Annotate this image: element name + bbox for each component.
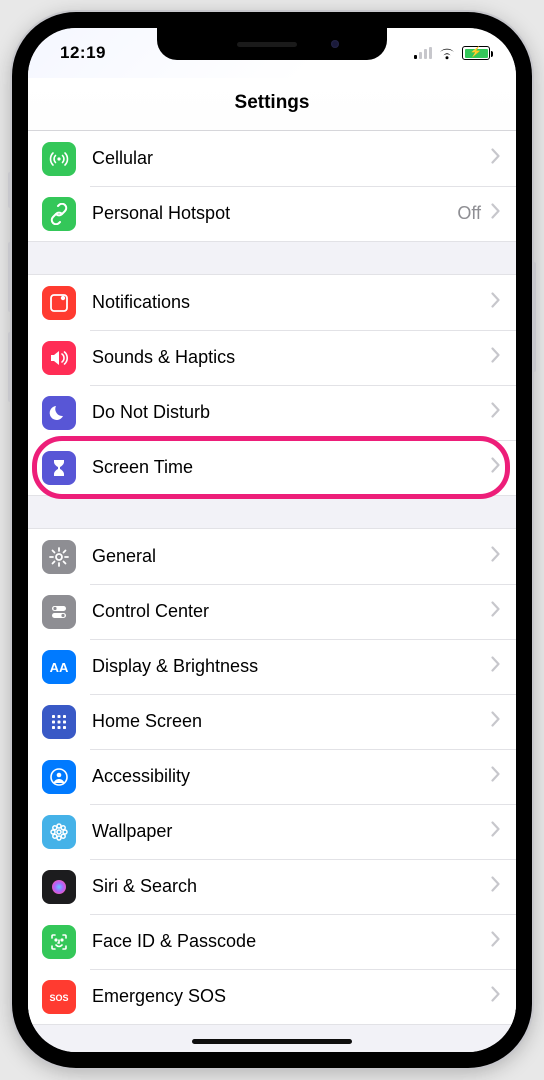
settings-row-display-brightness[interactable]: AA Display & Brightness: [28, 639, 516, 694]
silence-switch: [8, 172, 12, 208]
row-label: Home Screen: [92, 711, 491, 732]
iphone-frame: 12:19 ⚡ Settings Cellular Personal Hotspo…: [12, 12, 532, 1068]
chevron-right-icon: [491, 986, 500, 1007]
settings-row-wallpaper[interactable]: Wallpaper: [28, 804, 516, 859]
status-time: 12:19: [60, 43, 106, 63]
row-value: Off: [457, 203, 481, 224]
settings-row-general[interactable]: General: [28, 529, 516, 584]
row-label: Personal Hotspot: [92, 203, 457, 224]
siri-icon: [42, 870, 76, 904]
bell-square-icon: [42, 286, 76, 320]
settings-row-sounds-haptics[interactable]: Sounds & Haptics: [28, 330, 516, 385]
power-button: [532, 262, 536, 372]
status-indicators: ⚡: [414, 46, 490, 60]
home-indicator[interactable]: [192, 1039, 352, 1044]
settings-row-siri-search[interactable]: Siri & Search: [28, 859, 516, 914]
settings-row-cellular[interactable]: Cellular: [28, 131, 516, 186]
settings-row-accessibility[interactable]: Accessibility: [28, 749, 516, 804]
svg-text:AA: AA: [50, 660, 69, 675]
person-icon: [42, 760, 76, 794]
settings-group-notifications: Notifications Sounds & Haptics Do Not Dist…: [28, 274, 516, 496]
chevron-right-icon: [491, 711, 500, 732]
moon-icon: [42, 396, 76, 430]
chevron-right-icon: [491, 656, 500, 677]
row-label: Cellular: [92, 148, 491, 169]
flower-icon: [42, 815, 76, 849]
notch: [157, 28, 387, 60]
row-label: Control Center: [92, 601, 491, 622]
antenna-icon: [42, 142, 76, 176]
row-label: Display & Brightness: [92, 656, 491, 677]
chevron-right-icon: [491, 766, 500, 787]
link-icon: [42, 197, 76, 231]
chevron-right-icon: [491, 931, 500, 952]
volume-down-button: [8, 332, 12, 402]
gear-icon: [42, 540, 76, 574]
wifi-icon: [438, 47, 456, 60]
settings-row-emergency-sos[interactable]: SOS Emergency SOS: [28, 969, 516, 1024]
svg-text:SOS: SOS: [49, 993, 68, 1003]
battery-icon: ⚡: [462, 46, 490, 60]
chevron-right-icon: [491, 457, 500, 478]
row-label: Siri & Search: [92, 876, 491, 897]
sos-icon: SOS: [42, 980, 76, 1014]
row-label: General: [92, 546, 491, 567]
chevron-right-icon: [491, 292, 500, 313]
hourglass-icon: [42, 451, 76, 485]
chevron-right-icon: [491, 601, 500, 622]
settings-row-notifications[interactable]: Notifications: [28, 275, 516, 330]
chevron-right-icon: [491, 148, 500, 169]
settings-row-screen-time[interactable]: Screen Time: [28, 440, 516, 495]
settings-row-home-screen[interactable]: Home Screen: [28, 694, 516, 749]
chevron-right-icon: [491, 546, 500, 567]
row-label: Do Not Disturb: [92, 402, 491, 423]
row-label: Sounds & Haptics: [92, 347, 491, 368]
row-label: Accessibility: [92, 766, 491, 787]
settings-group-connectivity: Cellular Personal HotspotOff: [28, 131, 516, 242]
settings-group-general: General Control Center AA Display & Brightn…: [28, 528, 516, 1025]
page-title: Settings: [28, 78, 516, 131]
cellular-signal-icon: [414, 47, 432, 59]
settings-row-faceid-passcode[interactable]: Face ID & Passcode: [28, 914, 516, 969]
settings-row-personal-hotspot[interactable]: Personal HotspotOff: [28, 186, 516, 241]
chevron-right-icon: [491, 347, 500, 368]
chevron-right-icon: [491, 821, 500, 842]
settings-row-do-not-disturb[interactable]: Do Not Disturb: [28, 385, 516, 440]
speaker-icon: [42, 341, 76, 375]
row-label: Face ID & Passcode: [92, 931, 491, 952]
settings-row-control-center[interactable]: Control Center: [28, 584, 516, 639]
screen: 12:19 ⚡ Settings Cellular Personal Hotspo…: [28, 28, 516, 1052]
chevron-right-icon: [491, 203, 500, 224]
grid-icon: [42, 705, 76, 739]
row-label: Emergency SOS: [92, 986, 491, 1007]
faceid-icon: [42, 925, 76, 959]
volume-up-button: [8, 242, 12, 312]
row-label: Screen Time: [92, 457, 491, 478]
aa-icon: AA: [42, 650, 76, 684]
row-label: Wallpaper: [92, 821, 491, 842]
switches-icon: [42, 595, 76, 629]
chevron-right-icon: [491, 876, 500, 897]
row-label: Notifications: [92, 292, 491, 313]
chevron-right-icon: [491, 402, 500, 423]
settings-list[interactable]: Cellular Personal HotspotOff Notifications…: [28, 131, 516, 1052]
